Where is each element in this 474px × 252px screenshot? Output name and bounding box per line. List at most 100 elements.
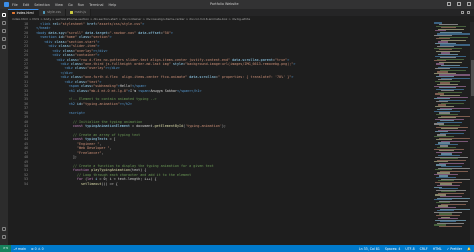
git-branch-status[interactable]: ⎇ main [13, 247, 26, 251]
code-token: > [97, 44, 100, 49]
code-token: data-scrollax [189, 75, 216, 80]
title-bar: File Edit Selection View Go Run Terminal… [0, 0, 474, 9]
code-token: // Create a function to display the typi… [32, 164, 214, 168]
code-token: // Initialize the typing animation [32, 119, 143, 124]
css-file-icon [42, 11, 46, 14]
vertical-scrollbar[interactable] [470, 22, 474, 245]
code-token: class [62, 53, 73, 58]
code-token: <div [32, 61, 71, 66]
code-token: data-offset [138, 30, 161, 35]
minimize-icon[interactable] [447, 2, 451, 6]
problems-status[interactable]: ⊗ 0 ⚠ 0 [31, 247, 44, 251]
minimap-line [439, 225, 462, 228]
code-token: "container" [74, 53, 98, 58]
line-ending-status[interactable]: CRLF [420, 247, 428, 251]
search-icon[interactable] [2, 21, 6, 25]
code-token: Anugya Sakhar [150, 88, 177, 93]
code-token: class [70, 75, 82, 80]
more-actions-icon[interactable] [467, 11, 470, 14]
explorer-icon[interactable] [2, 13, 6, 17]
code-token: , [99, 141, 102, 146]
code-token: = document. [130, 124, 155, 129]
code-token: class [66, 57, 77, 62]
language-mode-status[interactable]: HTML [433, 247, 442, 251]
code-token: <link [32, 22, 53, 26]
code-token: "background-image:url(images/IMG_6613-re… [185, 61, 294, 66]
tab-index-html[interactable]: index.html [8, 9, 39, 16]
code-token: <div [32, 44, 59, 49]
minimap-line [438, 154, 460, 157]
tab-main-js[interactable]: main.js [65, 9, 92, 16]
activity-bar [0, 9, 8, 245]
tab-style-css[interactable]: style.css [38, 9, 66, 16]
code-token: , [101, 150, 104, 155]
code-token: <section [32, 35, 59, 40]
menu-go[interactable]: Go [68, 3, 73, 7]
code-token: <div [32, 75, 71, 80]
tab-label: main.js [74, 10, 87, 14]
close-icon[interactable] [467, 2, 471, 6]
code-token: // Loop through each character and add i… [32, 172, 192, 177]
cursor-position-status[interactable]: Ln 33, Col 81 [359, 247, 380, 251]
code-token: class [81, 84, 92, 89]
code-token: style [172, 61, 184, 66]
code-token: 'typing-animation' [185, 124, 222, 129]
code-token: "stylesheet" [60, 22, 86, 26]
maximize-icon[interactable] [457, 2, 461, 6]
extensions-icon[interactable] [2, 45, 6, 49]
minimap[interactable] [432, 22, 470, 245]
code-token: <script> [32, 110, 86, 115]
scrollbar-thumb[interactable] [470, 60, 474, 96]
code-token: > [109, 35, 112, 40]
code-token: const [32, 124, 86, 129]
code-token: "assets/css/style.css" [97, 22, 143, 26]
notifications-bell-icon[interactable]: 🔔 [467, 247, 471, 251]
code-token: ".navbar-nav" [109, 30, 137, 35]
run-debug-icon[interactable] [2, 37, 6, 41]
code-token: "section" [91, 35, 110, 40]
code-token: class [70, 61, 82, 66]
code-token: class [62, 48, 73, 53]
code-token: "true" [274, 57, 288, 62]
line-number-gutter: 18 19 20 21 22 23 24 25 26 27 28 29 30 31 32 33 34 35 36 37… [8, 22, 30, 245]
indentation-status[interactable]: Spaces: 4 [385, 247, 401, 251]
code-token: "50" [162, 30, 171, 35]
code-token: ]; [32, 155, 77, 160]
settings-gear-icon[interactable] [2, 235, 6, 239]
code-token: "Engineer " [32, 141, 100, 146]
code-token: class [74, 79, 86, 84]
split-editor-icon[interactable] [461, 11, 464, 14]
menu-help[interactable]: Help [109, 3, 117, 7]
menu-terminal[interactable]: Terminal [89, 3, 103, 7]
menu-edit[interactable]: Edit [23, 3, 30, 7]
code-token: > [97, 53, 100, 58]
code-token: "text" [87, 79, 100, 84]
minimap-line [436, 113, 458, 116]
code-area[interactable]: <link rel="stylesheet" href="assets/css/… [32, 22, 432, 245]
code-token: for [32, 177, 86, 182]
code-line[interactable]: setTimeout(() => { [32, 182, 432, 186]
code-token: <span [32, 84, 81, 89]
encoding-status[interactable]: UTF-8 [405, 247, 414, 251]
code-token: // Create an array of typing text [32, 132, 141, 137]
window-controls [447, 2, 471, 6]
account-icon[interactable] [2, 227, 6, 231]
minimap-line [439, 124, 460, 127]
menu-run[interactable]: Run [78, 3, 85, 7]
code-token: "section-start" [66, 39, 98, 44]
code-token: typingAnimationElement [85, 124, 130, 129]
code-token: "mb-4 mt-0 mt-lg-0" [89, 88, 128, 93]
code-token: data-spy [48, 30, 65, 35]
source-control-icon[interactable] [2, 29, 6, 33]
code-token: > [170, 30, 173, 35]
html-file-icon [12, 11, 15, 15]
code-token: data-scrollax-parent [232, 57, 273, 62]
prettier-status[interactable]: ✓ Prettier [447, 247, 462, 251]
menu-file[interactable]: File [12, 3, 18, 7]
window-title: Portfolio Website [210, 2, 239, 6]
menu-view[interactable]: View [55, 3, 63, 7]
remote-indicator[interactable]: >< [0, 245, 12, 252]
code-token: </span> [132, 84, 147, 89]
code-editor[interactable]: 18 19 20 21 22 23 24 25 26 27 28 29 30 31 32 33 34 35 36 37… [8, 22, 432, 245]
menu-selection[interactable]: Selection [34, 3, 50, 7]
